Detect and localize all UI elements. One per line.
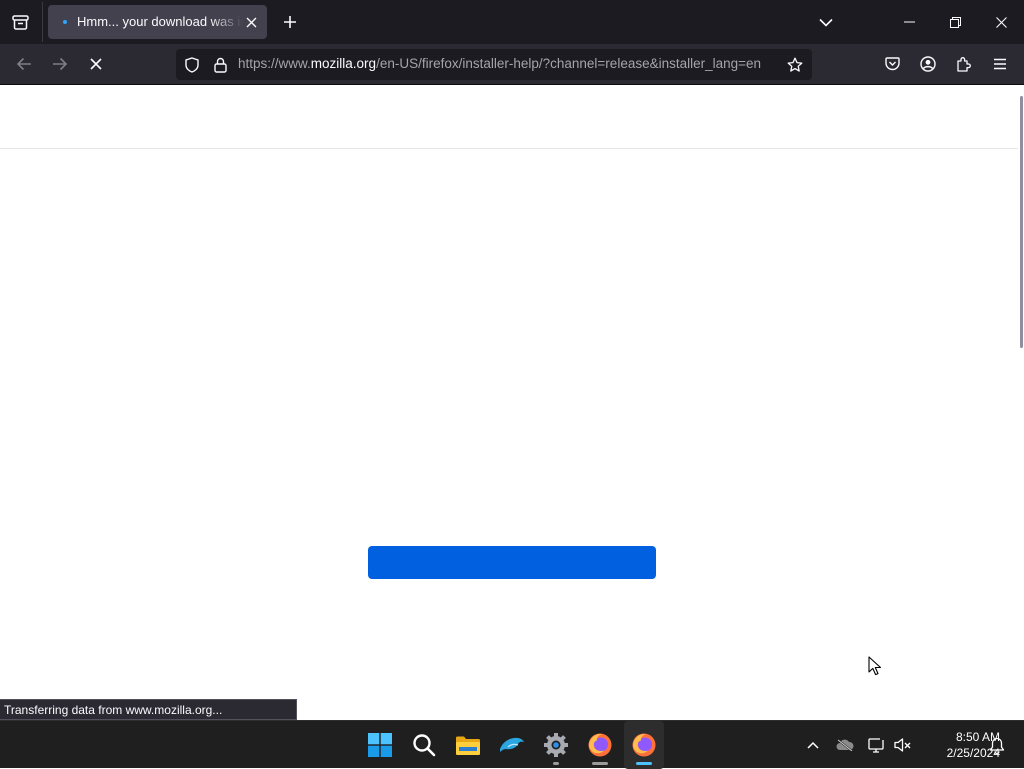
taskbar-search-button[interactable] [404, 721, 444, 769]
pocket-icon[interactable] [878, 50, 906, 78]
page-header [0, 85, 1018, 149]
active-indicator [636, 762, 652, 765]
firefox-icon [588, 733, 612, 757]
tab-title: Hmm... your download was interrupted [77, 14, 243, 29]
firefox-active-taskbar-button[interactable] [624, 721, 664, 769]
running-indicator [553, 762, 559, 765]
loading-dot-icon [63, 20, 67, 24]
forward-icon[interactable] [46, 50, 74, 78]
tab-separator [42, 2, 43, 42]
show-hidden-icons-chevron-icon[interactable] [802, 733, 824, 757]
firefox-taskbar-button[interactable] [580, 721, 620, 769]
tab-bar: Hmm... your download was interrupted [0, 0, 1024, 44]
new-tab-icon[interactable] [276, 8, 304, 36]
status-panel: Transferring data from www.mozilla.org..… [0, 699, 297, 720]
close-tab-icon[interactable] [243, 14, 259, 30]
url-host: mozilla.org [310, 56, 377, 71]
dolphin-emulator-icon [500, 737, 524, 752]
url-bar[interactable]: https://www.mozilla.org/en-US/firefox/in… [176, 49, 812, 80]
dolphin-emulator-button[interactable] [492, 721, 532, 769]
network-icon[interactable] [866, 733, 888, 757]
mouse-cursor-icon [868, 656, 882, 676]
notification-bell-icon[interactable] [986, 733, 1008, 757]
menu-hamburger-icon[interactable] [986, 50, 1014, 78]
onedrive-offline-icon[interactable] [834, 733, 856, 757]
list-all-tabs-icon[interactable] [812, 8, 840, 36]
file-explorer-icon [456, 736, 480, 755]
extensions-puzzle-icon[interactable] [950, 50, 978, 78]
account-icon[interactable] [914, 50, 942, 78]
minimize-icon[interactable] [886, 0, 932, 44]
firefox-icon-active [632, 733, 656, 757]
file-explorer-button[interactable] [448, 721, 488, 769]
settings-icon [544, 733, 568, 757]
url-path: /en-US/firefox/installer-help/?channel=r… [376, 56, 762, 71]
navigation-toolbar: https://www.mozilla.org/en-US/firefox/in… [0, 44, 1024, 85]
lock-icon[interactable] [210, 55, 230, 75]
tab-active[interactable]: Hmm... your download was interrupted [48, 5, 267, 39]
scrollbar-thumb[interactable] [1020, 96, 1023, 348]
tracking-protection-shield-icon[interactable] [182, 55, 202, 75]
url-text[interactable]: https://www.mozilla.org/en-US/firefox/in… [238, 56, 776, 74]
firefox-view-icon[interactable] [6, 8, 34, 36]
close-window-icon[interactable] [978, 0, 1024, 44]
stop-loading-icon[interactable] [82, 50, 110, 78]
bookmark-star-icon[interactable] [785, 55, 805, 75]
url-scheme: https://www. [238, 56, 311, 71]
restore-icon[interactable] [932, 0, 978, 44]
page-content [0, 85, 1024, 720]
download-button[interactable] [368, 546, 656, 579]
back-icon[interactable] [10, 50, 38, 78]
start-button[interactable] [360, 721, 400, 769]
start-icon [368, 733, 392, 757]
volume-muted-icon[interactable] [892, 733, 914, 757]
search-icon [413, 734, 436, 757]
settings-button[interactable] [536, 721, 576, 769]
page-scrollbar[interactable] [1018, 85, 1024, 720]
taskbar: 8:50 AM 2/25/2024 [0, 720, 1024, 769]
running-indicator [592, 762, 608, 765]
